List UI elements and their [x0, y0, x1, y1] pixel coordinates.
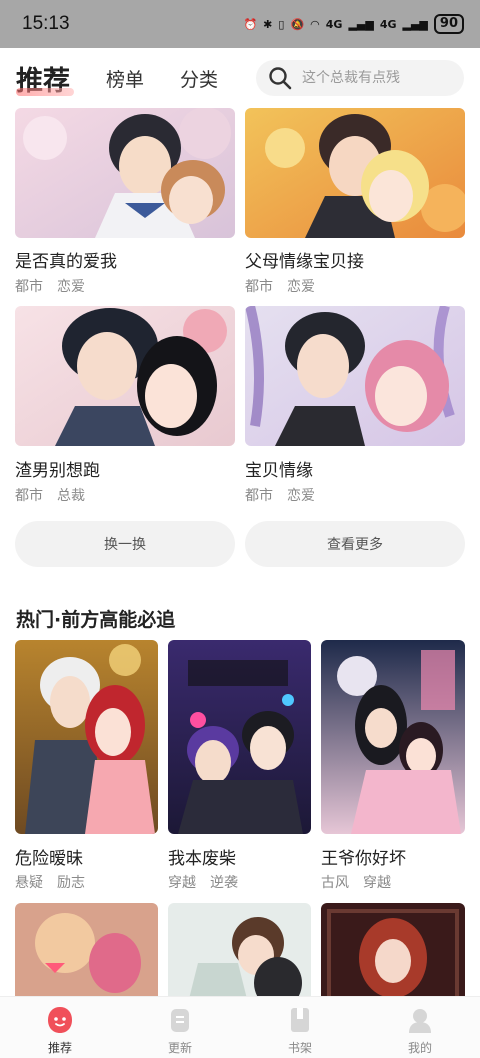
signal-icon-1: 4G: [325, 17, 343, 31]
search-box[interactable]: [256, 60, 464, 96]
comic-title[interactable]: 是否真的爱我: [15, 247, 117, 272]
comic-cover[interactable]: [321, 640, 465, 834]
tab-category[interactable]: 分类: [180, 65, 218, 92]
bottom-nav-label: 更新: [167, 1041, 192, 1055]
comic-tag: 穿越: [168, 875, 196, 891]
signal-icon-2: 4G: [379, 17, 397, 31]
comic-cover[interactable]: [245, 306, 465, 446]
comic-tags: 古风 穿越: [321, 872, 405, 892]
comic-tag: 都市: [245, 279, 273, 295]
bluetooth-icon: ✱: [263, 17, 273, 31]
comic-tag: 都市: [245, 488, 273, 504]
comic-cover[interactable]: [168, 640, 311, 834]
mute-icon: 🔕: [290, 17, 305, 31]
recommend-icon: [48, 1007, 72, 1033]
comic-tags: 穿越 逆袭: [168, 872, 252, 892]
status-icons: ⏰ ✱ ▯ 🔕 ◠ 4G ▂▄▆ 4G ▂▄▆ 90: [243, 14, 464, 34]
bottom-nav-item-recommend[interactable]: 推荐: [0, 997, 120, 1058]
comic-tag: 恋爱: [287, 488, 315, 504]
comic-title[interactable]: 宝贝情缘: [245, 456, 313, 481]
signal-bars-icon: ▂▄▆: [348, 17, 374, 31]
comic-tag: 都市: [15, 488, 43, 504]
top-nav: 推荐 榜单 分类: [0, 48, 480, 108]
comic-title[interactable]: 危险暧昧: [15, 844, 83, 869]
comic-cover[interactable]: [15, 306, 235, 446]
comic-tags: 都市 恋爱: [245, 276, 329, 296]
comic-tag: 逆袭: [210, 875, 238, 891]
refresh-button[interactable]: 换一换: [15, 521, 235, 567]
update-icon: [171, 1009, 189, 1032]
status-time: 15:13: [22, 13, 70, 34]
comic-title[interactable]: 我本废柴: [168, 844, 236, 869]
comic-cover[interactable]: [15, 640, 158, 834]
comic-tag: 总裁: [57, 488, 85, 504]
bottom-nav: 推荐 更新 书架 我的: [0, 996, 480, 1058]
comic-tag: 穿越: [363, 875, 391, 891]
bottom-nav-item-update[interactable]: 更新: [120, 997, 240, 1058]
comic-tags: 都市 恋爱: [15, 276, 99, 296]
comic-tags: 都市 恋爱: [245, 485, 329, 505]
comic-tag: 都市: [15, 279, 43, 295]
comic-tag: 恋爱: [57, 279, 85, 295]
bottom-nav-label: 推荐: [47, 1041, 72, 1055]
comic-tag: 悬疑: [15, 875, 43, 891]
bottom-nav-item-bookshelf[interactable]: 书架: [240, 997, 360, 1058]
search-icon: [269, 67, 292, 90]
bookshelf-icon: [291, 1008, 309, 1032]
comic-cover[interactable]: [321, 903, 465, 1003]
comic-cover[interactable]: [15, 108, 235, 238]
comic-cover[interactable]: [245, 108, 465, 238]
bottom-nav-item-profile[interactable]: 我的: [360, 997, 480, 1058]
wifi-icon: ◠: [310, 17, 320, 31]
comic-cover[interactable]: [168, 903, 311, 1003]
comic-title[interactable]: 渣男别想跑: [15, 456, 100, 481]
profile-icon: [409, 1009, 431, 1033]
comic-tag: 恋爱: [287, 279, 315, 295]
bottom-nav-label: 我的: [407, 1041, 432, 1055]
comic-title[interactable]: 王爷你好坏: [321, 844, 406, 869]
tab-ranking[interactable]: 榜单: [106, 65, 144, 92]
search-input[interactable]: [302, 70, 452, 86]
comic-tags: 都市 总裁: [15, 485, 99, 505]
comic-title[interactable]: 父母情缘宝贝接: [245, 247, 364, 272]
tab-recommend[interactable]: 推荐: [16, 59, 74, 98]
vibrate-icon: ▯: [278, 17, 285, 31]
signal-bars-icon-2: ▂▄▆: [402, 17, 428, 31]
comic-tags: 悬疑 励志: [15, 872, 99, 892]
comic-cover[interactable]: [15, 903, 158, 1003]
comic-tag: 古风: [321, 875, 349, 891]
alarm-icon: ⏰: [243, 17, 258, 31]
status-bar: 15:13 ⏰ ✱ ▯ 🔕 ◠ 4G ▂▄▆ 4G ▂▄▆ 90: [0, 0, 480, 48]
comic-tag: 励志: [57, 875, 85, 891]
bottom-nav-label: 书架: [287, 1041, 312, 1055]
view-more-button[interactable]: 查看更多: [245, 521, 465, 567]
battery-icon: 90: [433, 14, 464, 34]
section-title: 热门·前方高能必追: [16, 609, 176, 631]
